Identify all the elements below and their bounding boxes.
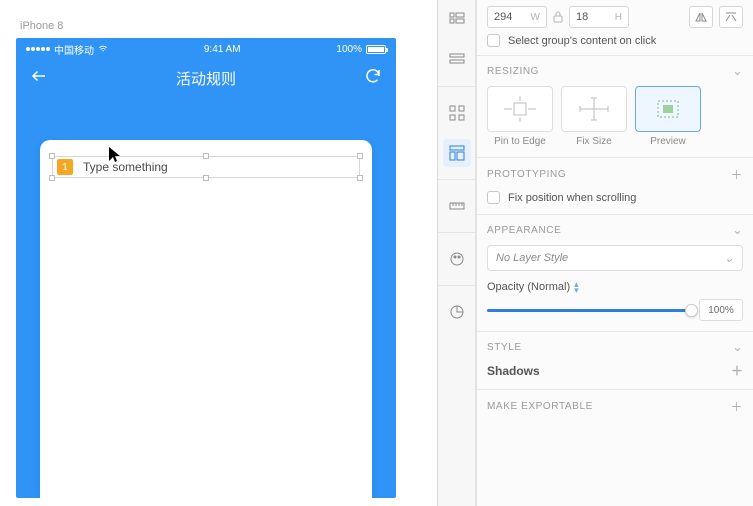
grid-icon[interactable]	[443, 99, 471, 127]
preview-tile[interactable]	[635, 86, 701, 132]
chevron-down-icon: ⌄	[724, 251, 734, 265]
height-input[interactable]: 18H	[569, 6, 629, 28]
text-placeholder[interactable]: Type something	[83, 160, 168, 174]
flip-v-icon[interactable]	[719, 6, 743, 28]
list-icon[interactable]	[443, 46, 471, 74]
resize-handle[interactable]	[357, 175, 363, 181]
preview-label: Preview	[635, 136, 701, 147]
wifi-icon	[98, 44, 108, 54]
checkbox[interactable]	[487, 191, 500, 204]
layout-icon[interactable]	[443, 139, 471, 167]
view-mode-rail	[438, 0, 476, 506]
resize-handle[interactable]	[49, 175, 55, 181]
select-content-label: Select group's content on click	[508, 35, 656, 47]
flip-h-icon[interactable]	[689, 6, 713, 28]
slider-thumb[interactable]	[685, 304, 698, 317]
pin-to-edge-tile[interactable]	[487, 86, 553, 132]
export-section: MAKE EXPORTABLE ＋	[477, 389, 753, 433]
nav-title: 活动规则	[176, 68, 236, 89]
ruler-icon[interactable]	[443, 192, 471, 220]
prototyping-section: PROTOTYPING ＋ Fix position when scrolling	[477, 157, 753, 214]
layer-style-select[interactable]: No Layer Style⌄	[487, 245, 743, 271]
chevron-down-icon[interactable]: ⌄	[732, 340, 743, 354]
chevron-down-icon[interactable]: ⌄	[732, 223, 743, 237]
resize-handle[interactable]	[203, 153, 209, 159]
lock-icon[interactable]	[553, 11, 563, 23]
style-title: STYLE	[487, 342, 522, 353]
battery-pct: 100%	[336, 44, 362, 55]
battery-icon	[366, 45, 386, 54]
plus-icon[interactable]: ＋	[731, 362, 743, 379]
navbar: 活动规则	[16, 60, 396, 96]
text-layer-selection[interactable]: 1 Type something	[52, 156, 360, 178]
pie-icon[interactable]	[443, 298, 471, 326]
checkbox[interactable]	[487, 34, 500, 47]
canvas-area[interactable]: iPhone 8 中国移动 9:41 AM 100% 活动规则	[0, 0, 437, 506]
palette-icon[interactable]	[443, 245, 471, 273]
fix-scroll-label: Fix position when scrolling	[508, 192, 636, 204]
clock-text: 9:41 AM	[204, 44, 241, 55]
status-bar: 中国移动 9:41 AM 100%	[16, 38, 396, 60]
select-content-row[interactable]: Select group's content on click	[477, 34, 753, 55]
chevron-down-icon[interactable]: ⌄	[732, 64, 743, 78]
appearance-title: APPEARANCE	[487, 225, 561, 236]
fix-label: Fix Size	[561, 136, 627, 147]
carrier-text: 中国移动	[54, 42, 94, 57]
stepper-icon[interactable]: ▴▾	[574, 281, 579, 293]
resize-handle[interactable]	[49, 153, 55, 159]
size-row: 294W 18H	[477, 0, 753, 34]
fix-size-tile[interactable]	[561, 86, 627, 132]
opacity-slider[interactable]	[487, 309, 691, 312]
width-input[interactable]: 294W	[487, 6, 547, 28]
refresh-icon[interactable]	[364, 67, 382, 90]
style-section: STYLE ⌄ Shadows ＋	[477, 331, 753, 389]
list-marker: 1	[57, 159, 73, 175]
appearance-section: APPEARANCE ⌄ No Layer Style⌄ Opacity (Nor…	[477, 214, 753, 331]
shadows-label: Shadows	[487, 364, 540, 378]
grid-small-icon[interactable]	[443, 6, 471, 34]
pin-label: Pin to Edge	[487, 136, 553, 147]
resize-handle[interactable]	[357, 153, 363, 159]
back-icon[interactable]	[30, 67, 48, 90]
resize-handle[interactable]	[203, 175, 209, 181]
prototyping-title: PROTOTYPING	[487, 169, 566, 180]
inspector-panel: 294W 18H Select group's content on click…	[476, 0, 753, 506]
device-label: iPhone 8	[20, 20, 427, 32]
plus-icon[interactable]: ＋	[730, 398, 743, 415]
opacity-label: Opacity (Normal)	[487, 281, 570, 293]
phone-artboard[interactable]: 中国移动 9:41 AM 100% 活动规则 1 Type	[16, 38, 396, 498]
signal-icon	[26, 47, 50, 51]
resizing-title: RESIZING	[487, 66, 539, 77]
export-title: MAKE EXPORTABLE	[487, 401, 593, 412]
content-card: 1 Type something	[40, 140, 372, 498]
opacity-value[interactable]: 100%	[699, 299, 743, 321]
resizing-section: RESIZING ⌄ Pin to Edge Fix Size Preview	[477, 55, 753, 157]
plus-icon[interactable]: ＋	[730, 166, 743, 183]
